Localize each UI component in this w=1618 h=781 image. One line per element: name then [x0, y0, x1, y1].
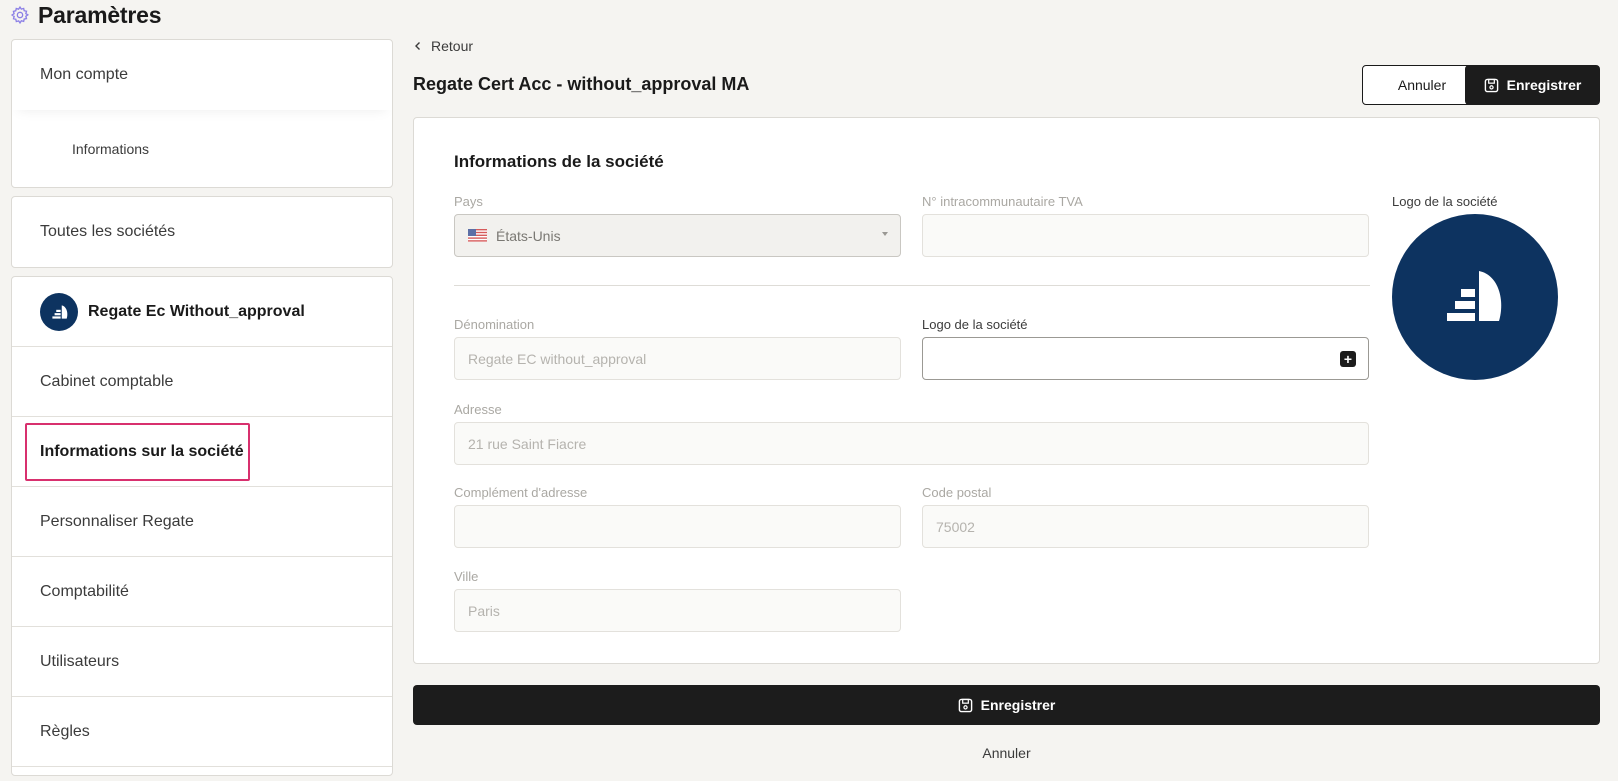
company-header[interactable]: Regate Ec Without_approval — [12, 277, 392, 347]
sidebar-item-label: Informations sur la société — [40, 442, 244, 460]
company-logo-avatar — [40, 292, 78, 331]
page-header: Paramètres — [10, 0, 162, 30]
sail-logo-icon — [52, 304, 68, 319]
us-flag-icon — [468, 229, 487, 242]
sidebar-item-informations[interactable]: Informations — [12, 110, 392, 187]
form-divider — [454, 285, 1370, 286]
name-input[interactable]: Regate EC without_approval — [454, 337, 901, 380]
chevron-down-icon — [882, 232, 888, 236]
account-card: Mon compte Informations — [11, 39, 393, 188]
country-label: Pays — [454, 194, 483, 209]
address-input[interactable]: 21 rue Saint Fiacre — [454, 422, 1369, 465]
settings-sidebar: Mon compte Informations Toutes les socié… — [11, 39, 393, 776]
company-name: Regate Ec Without_approval — [88, 302, 305, 320]
chevron-left-icon — [415, 42, 420, 50]
back-link[interactable]: Retour — [413, 38, 473, 54]
vat-input[interactable] — [922, 214, 1369, 257]
company-card: Regate Ec Without_approval Cabinet compt… — [11, 276, 393, 776]
vat-label: N° intracommunautaire TVA — [922, 194, 1083, 209]
country-value: États-Unis — [496, 227, 561, 244]
sidebar-item-label: Personnaliser Regate — [40, 512, 194, 530]
sail-logo-icon — [1447, 271, 1502, 321]
company-info-form: Informations de la société Pays États-Un… — [413, 117, 1600, 664]
sidebar-item-label: Règles — [40, 722, 90, 740]
sidebar-item-users[interactable]: Utilisateurs — [12, 627, 392, 697]
country-select[interactable]: États-Unis — [454, 214, 901, 257]
add-logo-icon[interactable]: + — [1340, 351, 1356, 367]
city-label: Ville — [454, 569, 479, 584]
gear-icon — [10, 5, 30, 25]
sidebar-item-customize-regate[interactable]: Personnaliser Regate — [12, 487, 392, 557]
save-icon — [958, 698, 972, 712]
page-title: Paramètres — [38, 1, 162, 28]
save-button[interactable]: Enregistrer — [1465, 65, 1600, 105]
save-label: Enregistrer — [1506, 77, 1582, 93]
main-title: Regate Cert Acc - without_approval MA — [413, 74, 750, 94]
name-label: Dénomination — [454, 317, 535, 332]
bottom-cancel-link[interactable]: Annuler — [413, 745, 1600, 761]
back-label: Retour — [431, 38, 474, 54]
sidebar-item-my-account[interactable]: Mon compte — [12, 40, 392, 110]
logo-input-label: Logo de la société — [922, 317, 1028, 332]
bottom-save-button[interactable]: Enregistrer — [413, 685, 1600, 725]
logo-preview-label: Logo de la société — [1392, 194, 1498, 209]
sidebar-item-accounting-firm[interactable]: Cabinet comptable — [12, 347, 392, 417]
sidebar-item-label: Comptabilité — [40, 582, 129, 600]
logo-upload-field[interactable]: + — [922, 337, 1369, 380]
address-label: Adresse — [454, 402, 502, 417]
address-complement-input[interactable] — [454, 505, 901, 548]
bottom-save-label: Enregistrer — [980, 697, 1056, 713]
sidebar-item-label: Utilisateurs — [40, 652, 120, 670]
postal-code-label: Code postal — [922, 485, 992, 500]
cancel-button[interactable]: Annuler — [1362, 65, 1482, 105]
save-icon — [1484, 78, 1498, 92]
sidebar-item-accounting[interactable]: Comptabilité — [12, 557, 392, 627]
sidebar-item-label: Cabinet comptable — [40, 372, 174, 390]
sidebar-item-company-info[interactable]: Informations sur la société — [12, 417, 392, 487]
section-title: Informations de la société — [454, 152, 664, 171]
postal-code-input[interactable]: 75002 — [922, 505, 1369, 548]
company-logo-preview — [1392, 214, 1558, 380]
sidebar-item-rules[interactable]: Règles — [12, 697, 392, 767]
address-complement-label: Complément d'adresse — [454, 485, 588, 500]
sidebar-item-all-companies[interactable]: Toutes les sociétés — [11, 196, 393, 268]
city-input[interactable]: Paris — [454, 589, 901, 632]
